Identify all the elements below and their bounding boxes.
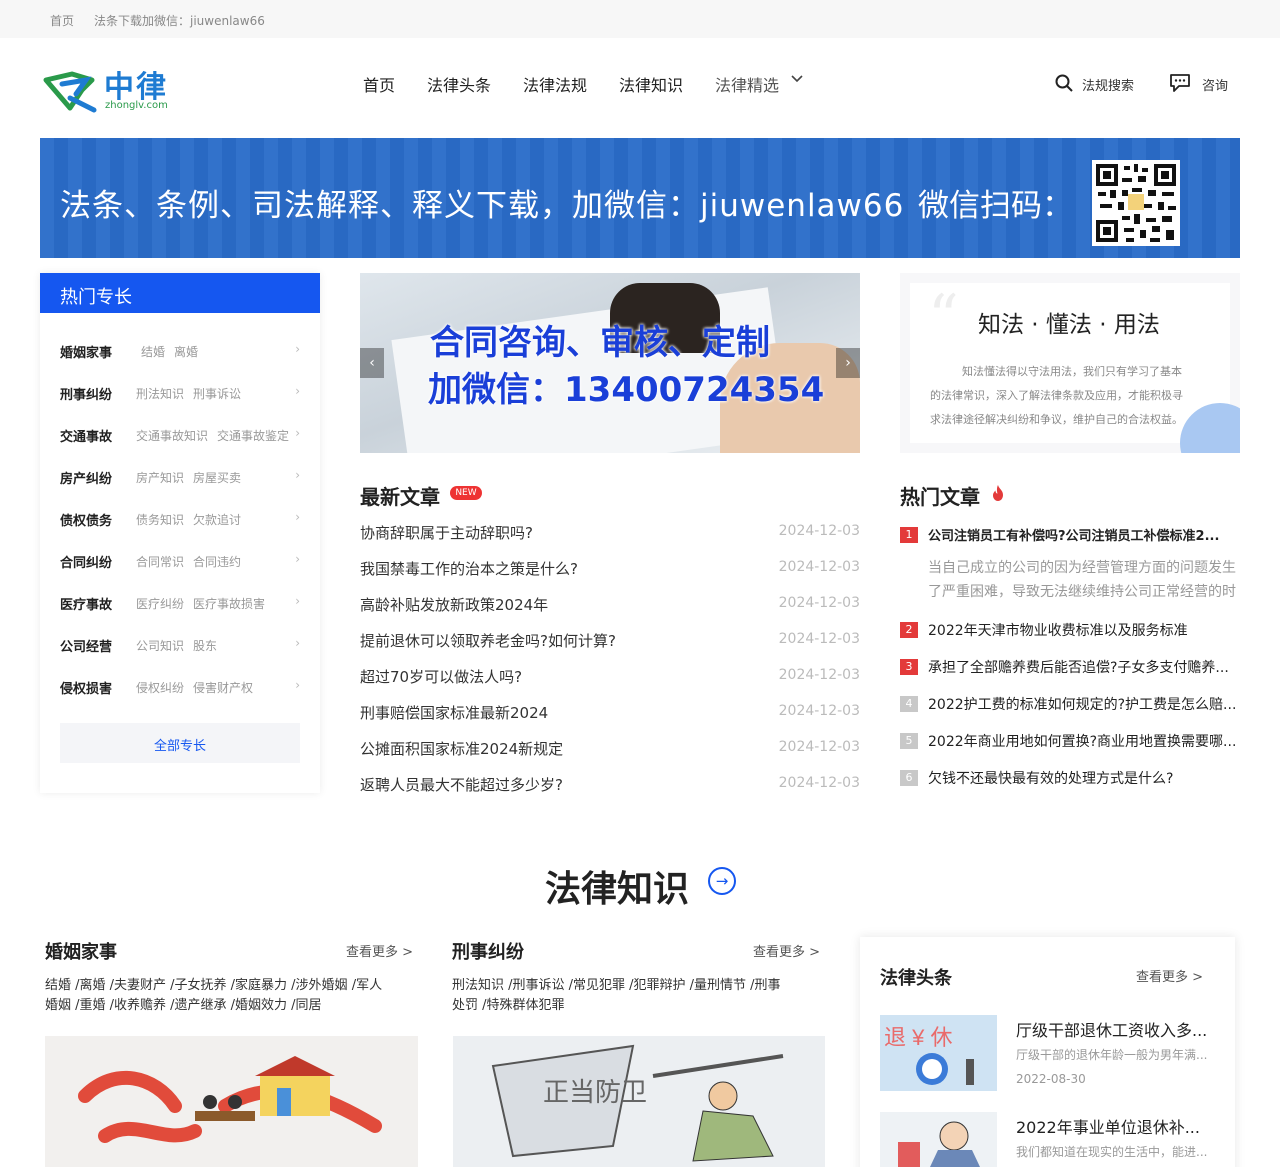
criminal-image[interactable]: 正当防卫: [453, 1036, 825, 1167]
hot-item[interactable]: 2 2022年天津市物业收费标准以及服务标准: [900, 620, 1240, 640]
self-defense-text: 正当防卫: [543, 1077, 647, 1107]
sidebar-item-property[interactable]: 房产纠纷 房产知识 房屋买卖 ›: [60, 468, 300, 488]
sidebar-item-contract[interactable]: 合同纠纷 合同常识 合同违约 ›: [60, 552, 300, 572]
marriage-tags-line[interactable]: 结婚 /离婚 /夫妻财产 /子女抚养 /家庭暴力 /涉外婚姻 /军人: [45, 976, 420, 996]
criminal-tags-line[interactable]: 刑法知识 /刑事诉讼 /常见犯罪 /犯罪辩护 /量刑情节 /刑事: [452, 976, 827, 996]
banner-scan-label: 微信扫码：: [918, 188, 1073, 224]
chevron-right-icon: ›: [295, 384, 300, 398]
column-title-criminal: 刑事纠纷: [452, 942, 524, 963]
sidebar-item-debt[interactable]: 债权债务 债务知识 欠款追讨 ›: [60, 510, 300, 530]
sidebar-item-traffic[interactable]: 交通事故 交通事故知识 交通事故鉴定 ›: [60, 426, 300, 446]
list-item[interactable]: 刑事赔偿国家标准最新2024 2024-12-03: [360, 702, 860, 722]
arrow-right-icon[interactable]: →: [708, 867, 736, 895]
motto-line: 的法律常识，深入了解法律条款及应用，才能积极寻: [930, 389, 1183, 402]
top-strip: 首页 法条下载加微信：jiuwenlaw66: [0, 0, 1280, 38]
slider-prev-button[interactable]: ‹: [360, 348, 384, 378]
criminal-tags-line[interactable]: 处罚 /特殊群体犯罪: [452, 996, 827, 1016]
nav-selected[interactable]: 法律精选: [715, 72, 779, 96]
qr-code-icon: [1092, 160, 1180, 246]
chat-icon[interactable]: [1168, 73, 1192, 93]
hot-item[interactable]: 5 2022年商业用地如何置换?商业用地置换需要哪...: [900, 731, 1240, 751]
consult-link[interactable]: 咨询: [1202, 75, 1228, 94]
chevron-right-icon: ›: [295, 426, 300, 440]
slider-next-button[interactable]: ›: [836, 348, 860, 378]
chevron-right-icon: ›: [295, 678, 300, 692]
top-notice: 法条下载加微信：jiuwenlaw66: [94, 14, 265, 28]
logo-domain: zhonglv.com: [105, 100, 168, 111]
news-thumb-1[interactable]: 退 ¥ 休: [880, 1015, 997, 1091]
fire-icon: [993, 485, 1003, 501]
list-item[interactable]: 我国禁毒工作的治本之策是什么? 2024-12-03: [360, 558, 860, 578]
chevron-right-icon: ›: [295, 468, 300, 482]
chevron-right-icon: ›: [295, 552, 300, 566]
chevron-right-icon: ›: [295, 510, 300, 524]
chevron-right-icon: ›: [295, 636, 300, 650]
news-item-date: 2022-08-30: [1016, 1072, 1086, 1086]
top-home-link[interactable]: 首页: [50, 12, 74, 29]
news-item-title[interactable]: 厅级干部退休工资收入多...: [1016, 1017, 1207, 1041]
hot-item[interactable]: 3 承担了全部赡养费后能否追偿?子女多支付赡养...: [900, 657, 1240, 677]
news-item-desc: 我们都知道在现实的生活中，能进...: [1016, 1145, 1208, 1159]
motto-title: 知法 · 懂法 · 用法: [978, 312, 1160, 338]
sidebar-header: 热门专长: [40, 273, 320, 313]
logo-icon[interactable]: [42, 68, 98, 114]
knowledge-title: 法律知识: [545, 869, 690, 910]
hot-item[interactable]: 6 欠钱不还最快最有效的处理方式是什么?: [900, 768, 1240, 788]
search-link[interactable]: 法规搜索: [1082, 75, 1134, 94]
quote-icon: “: [928, 282, 959, 352]
sidebar-item-medical[interactable]: 医疗事故 医疗纠纷 医疗事故损害 ›: [60, 594, 300, 614]
latest-title: 最新文章: [360, 485, 440, 509]
nav-laws[interactable]: 法律法规: [523, 72, 587, 96]
view-more-marriage-link[interactable]: 查看更多 >: [346, 941, 413, 960]
hot-title: 热门文章: [900, 485, 980, 509]
marriage-image[interactable]: [45, 1036, 418, 1167]
news-item-title[interactable]: 2022年事业单位退休补...: [1016, 1114, 1200, 1138]
nav-knowledge[interactable]: 法律知识: [619, 72, 683, 96]
list-item[interactable]: 协商辞职属于主动辞职吗? 2024-12-03: [360, 522, 860, 542]
sidebar-item-criminal[interactable]: 刑事纠纷 刑法知识 刑事诉讼 ›: [60, 384, 300, 404]
all-specialties-button[interactable]: 全部专长: [60, 723, 300, 763]
news-item-desc: 厅级干部的退休年龄一般为男年满...: [1016, 1048, 1208, 1062]
banner-text: 法条、条例、司法解释、释义下载，加微信：jiuwenlaw66: [60, 188, 905, 224]
hot-item-1-desc: 了严重困难，导致无法继续维持公司正常经营的时: [928, 584, 1236, 600]
sidebar-title: 热门专长: [60, 287, 132, 308]
chevron-right-icon: ›: [295, 342, 300, 356]
list-item[interactable]: 返聘人员最大不能超过多少岁? 2024-12-03: [360, 774, 860, 794]
column-title-marriage: 婚姻家事: [45, 942, 117, 963]
sidebar-item-company[interactable]: 公司经营 公司知识 股东 ›: [60, 636, 300, 656]
list-item[interactable]: 公摊面积国家标准2024新规定 2024-12-03: [360, 738, 860, 758]
news-title: 法律头条: [880, 968, 952, 989]
motto-line: 知法懂法得以守法用法，我们只有学习了基本: [962, 365, 1182, 378]
thumb-text: 退 ¥ 休: [884, 1025, 952, 1050]
marriage-tags-line[interactable]: 婚姻 /重婚 /收养赡养 /遗产继承 /婚姻效力 /同居: [45, 996, 420, 1016]
slider-caption-1: 合同咨询、审核、定制: [430, 323, 770, 363]
chevron-right-icon: ›: [295, 594, 300, 608]
list-item[interactable]: 高龄补贴发放新政策2024年 2024-12-03: [360, 594, 860, 614]
sidebar-item-marriage[interactable]: 婚姻家事 结婚 离婚 ›: [60, 342, 300, 362]
search-icon[interactable]: [1054, 73, 1074, 93]
nav-home[interactable]: 首页: [363, 72, 395, 96]
news-thumb-2[interactable]: [880, 1112, 997, 1167]
chevron-down-icon[interactable]: [790, 72, 804, 86]
motto-line: 求法律途径解决纠纷和争议，维护自己的合法权益。: [930, 413, 1183, 426]
nav-headlines[interactable]: 法律头条: [427, 72, 491, 96]
new-badge: NEW: [450, 486, 482, 500]
hot-item-1-desc: 当自己成立的公司的因为经营管理方面的问题发生: [928, 560, 1236, 576]
list-item[interactable]: 超过70岁可以做法人吗? 2024-12-03: [360, 666, 860, 686]
slider-caption-2: 加微信：13400724354: [428, 370, 825, 410]
hot-item-1[interactable]: 1 公司注销员工有补偿吗?公司注销员工补偿标准2...: [900, 525, 1240, 545]
list-item[interactable]: 提前退休可以领取养老金吗?如何计算? 2024-12-03: [360, 630, 860, 650]
view-more-news-link[interactable]: 查看更多 >: [1136, 966, 1203, 985]
view-more-criminal-link[interactable]: 查看更多 >: [753, 941, 820, 960]
sidebar-item-tort[interactable]: 侵权损害 侵权纠纷 侵害财产权 ›: [60, 678, 300, 698]
hot-item[interactable]: 4 2022护工费的标准如何规定的?护工费是怎么赔...: [900, 694, 1240, 714]
